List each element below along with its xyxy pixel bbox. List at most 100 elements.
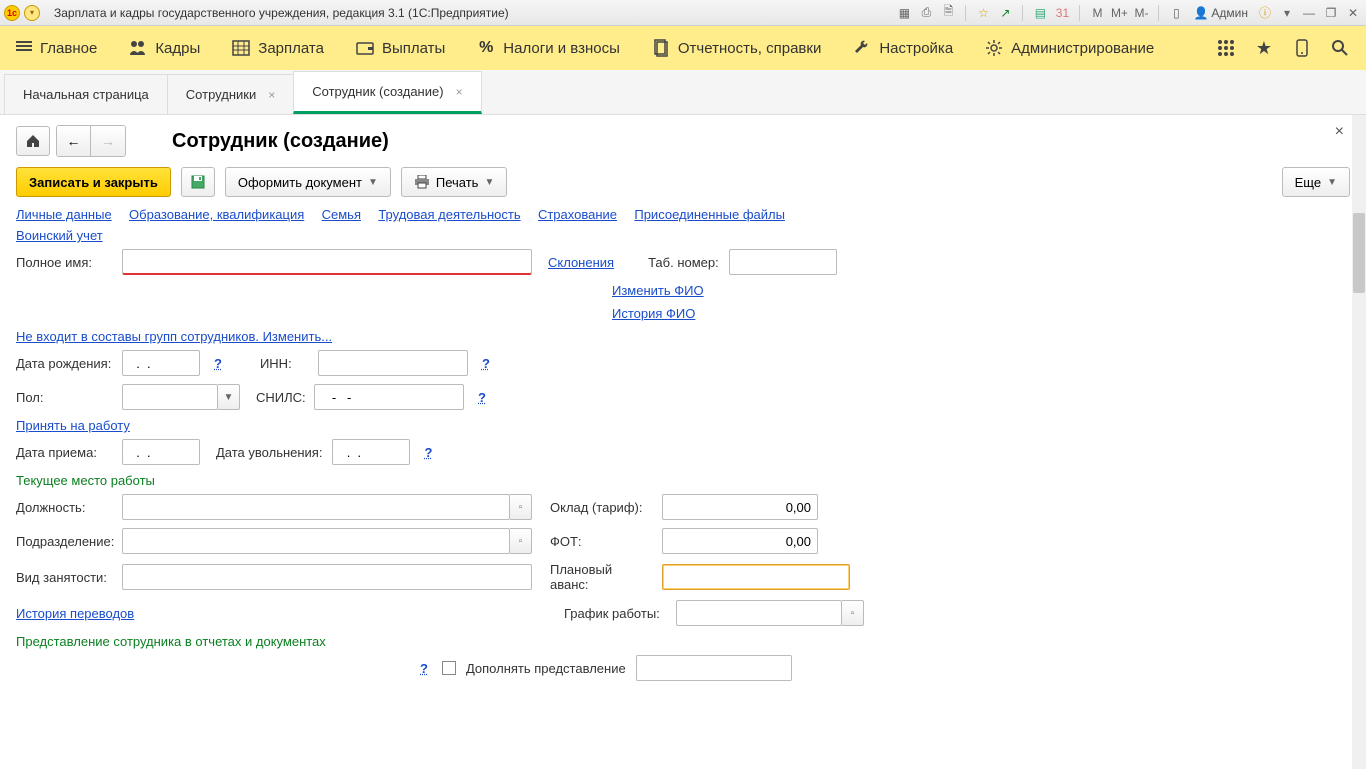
link-work[interactable]: Трудовая деятельность — [378, 207, 520, 222]
favorite-icon[interactable]: ☆ — [974, 4, 992, 22]
help-dob[interactable]: ? — [210, 356, 226, 371]
department-select[interactable]: ▫ — [510, 528, 532, 554]
schedule-select[interactable]: ▫ — [842, 600, 864, 626]
fot-input[interactable] — [662, 528, 818, 554]
tab-employees[interactable]: Сотрудники × — [167, 74, 294, 114]
section-current-job: Текущее место работы — [16, 473, 1350, 488]
link-military[interactable]: Воинский учет — [16, 228, 103, 243]
link-hire[interactable]: Принять на работу — [16, 418, 130, 433]
memory-mminus-icon[interactable]: M- — [1132, 4, 1150, 22]
page-close[interactable]: × — [1335, 123, 1344, 141]
favorites-icon[interactable]: ★ — [1254, 38, 1274, 58]
salary-input[interactable] — [662, 494, 818, 520]
history-icon[interactable] — [1292, 38, 1312, 58]
gender-dropdown[interactable]: ▼ — [218, 384, 240, 410]
create-document-button[interactable]: Оформить документ ▼ — [225, 167, 391, 197]
info-icon[interactable]: ⓘ — [1256, 4, 1274, 22]
position-select[interactable]: ▫ — [510, 494, 532, 520]
info-dropdown[interactable]: ▾ — [1278, 4, 1296, 22]
scrollbar-track[interactable] — [1352, 115, 1366, 769]
nav-nalogi[interactable]: % Налоги и взносы — [477, 39, 620, 57]
hiredate-label: Дата приема: — [16, 445, 112, 460]
extend-input[interactable] — [636, 655, 792, 681]
tab-label: Сотрудник (создание) — [312, 84, 443, 99]
link-education[interactable]: Образование, квалификация — [129, 207, 304, 222]
current-user[interactable]: 👤 Админ — [1193, 6, 1248, 20]
window-minimize[interactable]: — — [1300, 4, 1318, 22]
link-family[interactable]: Семья — [322, 207, 361, 222]
chevron-down-icon: ▼ — [1327, 177, 1337, 188]
toolbar-file-icon[interactable]: ▦ — [895, 4, 913, 22]
calculator-icon[interactable]: ▤ — [1031, 4, 1049, 22]
firedate-input[interactable] — [332, 439, 410, 465]
table-icon — [232, 39, 250, 57]
dob-input[interactable] — [122, 350, 200, 376]
tabno-input[interactable] — [729, 249, 837, 275]
nav-zarplata[interactable]: Зарплата — [232, 39, 324, 57]
nav-back-button[interactable]: ← — [57, 126, 91, 156]
full-name-input[interactable] — [122, 249, 532, 275]
print-button[interactable]: Печать ▼ — [401, 167, 508, 197]
link-change-fio[interactable]: Изменить ФИО — [612, 283, 704, 298]
nav-forward-button[interactable]: → — [91, 126, 125, 156]
more-button[interactable]: Еще ▼ — [1282, 167, 1350, 197]
help-snils[interactable]: ? — [474, 390, 490, 405]
scrollbar-thumb[interactable] — [1353, 213, 1365, 293]
nav-vyplaty[interactable]: Выплаты — [356, 39, 445, 57]
search-icon[interactable] — [1330, 38, 1350, 58]
emptype-label: Вид занятости: — [16, 570, 112, 585]
window-list-icon[interactable]: ▯ — [1167, 4, 1185, 22]
tab-employee-create[interactable]: Сотрудник (создание) × — [293, 71, 481, 114]
nav-label: Главное — [40, 40, 97, 57]
nav-admin[interactable]: Администрирование — [985, 39, 1154, 57]
memory-mplus-icon[interactable]: M+ — [1110, 4, 1128, 22]
toolbar-print-icon[interactable]: ⎙ — [917, 4, 935, 22]
nav-kadry[interactable]: Кадры — [129, 39, 200, 57]
help-inn[interactable]: ? — [478, 356, 494, 371]
window-restore[interactable]: ❐ — [1322, 4, 1340, 22]
snils-input[interactable] — [314, 384, 464, 410]
position-input[interactable] — [122, 494, 510, 520]
home-button[interactable] — [16, 126, 50, 156]
calendar-icon[interactable]: 31 — [1053, 4, 1071, 22]
help-extend[interactable]: ? — [416, 661, 432, 676]
window-close[interactable]: ✕ — [1344, 4, 1362, 22]
advance-input[interactable] — [662, 564, 850, 590]
dob-label: Дата рождения: — [16, 356, 112, 371]
link-history-fio[interactable]: История ФИО — [612, 306, 695, 321]
apps-grid-icon[interactable] — [1216, 38, 1236, 58]
toolbar-doc-icon[interactable]: 🗎 — [939, 4, 957, 22]
close-icon[interactable]: × — [456, 85, 463, 99]
extend-label: Дополнять представление — [466, 661, 626, 676]
close-icon[interactable]: × — [268, 88, 275, 102]
help-firedate[interactable]: ? — [420, 445, 436, 460]
link-declension[interactable]: Склонения — [548, 255, 614, 270]
link-personal-data[interactable]: Личные данные — [16, 207, 112, 222]
gender-input[interactable] — [122, 384, 218, 410]
button-label: Записать и закрыть — [29, 175, 158, 190]
tab-start-page[interactable]: Начальная страница — [4, 74, 168, 114]
report-icon — [652, 39, 670, 57]
extend-checkbox[interactable] — [442, 661, 456, 675]
wallet-icon — [356, 39, 374, 57]
link-transfer-history[interactable]: История переводов — [16, 606, 522, 621]
link-icon[interactable]: ↗ — [996, 4, 1014, 22]
memory-m-icon[interactable]: M — [1088, 4, 1106, 22]
nav-main[interactable]: Главное — [16, 39, 97, 57]
nav-nastroyka[interactable]: Настройка — [853, 39, 953, 57]
department-input[interactable] — [122, 528, 510, 554]
inn-input[interactable] — [318, 350, 468, 376]
window-title: Зарплата и кадры государственного учрежд… — [54, 6, 509, 20]
nav-otchet[interactable]: Отчетность, справки — [652, 39, 821, 57]
save-close-button[interactable]: Записать и закрыть — [16, 167, 171, 197]
emptype-input[interactable] — [122, 564, 532, 590]
link-groups[interactable]: Не входит в составы групп сотрудников. И… — [16, 329, 332, 344]
advance-label: Плановый аванс: — [550, 562, 652, 592]
link-files[interactable]: Присоединенные файлы — [634, 207, 785, 222]
hiredate-input[interactable] — [122, 439, 200, 465]
schedule-input[interactable] — [676, 600, 842, 626]
save-button[interactable] — [181, 167, 215, 197]
gender-label: Пол: — [16, 390, 112, 405]
app-menu-dropdown[interactable]: ▾ — [24, 5, 40, 21]
link-insurance[interactable]: Страхование — [538, 207, 617, 222]
